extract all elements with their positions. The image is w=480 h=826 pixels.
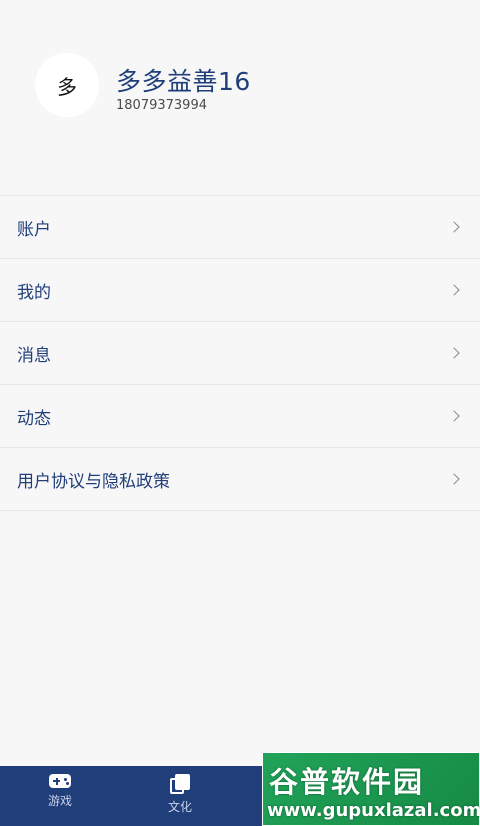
menu-item-label: 消息 <box>17 345 51 366</box>
menu-item-mine[interactable]: 我的 <box>0 259 480 322</box>
tab-label: 游戏 <box>47 794 72 808</box>
menu-item-label: 我的 <box>17 282 51 303</box>
chevron-right-icon <box>448 284 460 296</box>
menu-item-agreement[interactable]: 用户协议与隐私政策 <box>0 448 480 511</box>
chevron-right-icon <box>448 473 460 485</box>
book-icon <box>170 774 190 794</box>
profile-header: 多 多多益善16 18079373994 <box>0 0 480 195</box>
chevron-right-icon <box>448 410 460 422</box>
tab-label: 文化 <box>167 800 192 814</box>
settings-menu: 账户 我的 消息 动态 用户协议与隐私政策 <box>0 195 480 511</box>
menu-item-activity[interactable]: 动态 <box>0 385 480 448</box>
tab-culture[interactable]: 文化 <box>120 766 240 826</box>
watermark-logo: 谷普软件园 www.gupuxlazal.com <box>262 752 480 826</box>
menu-item-label: 用户协议与隐私政策 <box>17 471 170 492</box>
avatar[interactable]: 多 <box>35 53 99 117</box>
gamepad-icon <box>49 774 71 788</box>
watermark-title: 谷普软件园 <box>269 765 425 799</box>
tab-games[interactable]: 游戏 <box>0 766 120 826</box>
username: 多多益善16 <box>116 67 251 96</box>
phone-number: 18079373994 <box>116 98 207 113</box>
chevron-right-icon <box>448 347 460 359</box>
menu-item-messages[interactable]: 消息 <box>0 322 480 385</box>
watermark-url: www.gupuxlazal.com <box>267 800 480 821</box>
chevron-right-icon <box>448 221 460 233</box>
menu-item-label: 动态 <box>17 408 51 429</box>
menu-item-account[interactable]: 账户 <box>0 196 480 259</box>
menu-item-label: 账户 <box>17 219 51 240</box>
avatar-initial: 多 <box>57 74 77 99</box>
